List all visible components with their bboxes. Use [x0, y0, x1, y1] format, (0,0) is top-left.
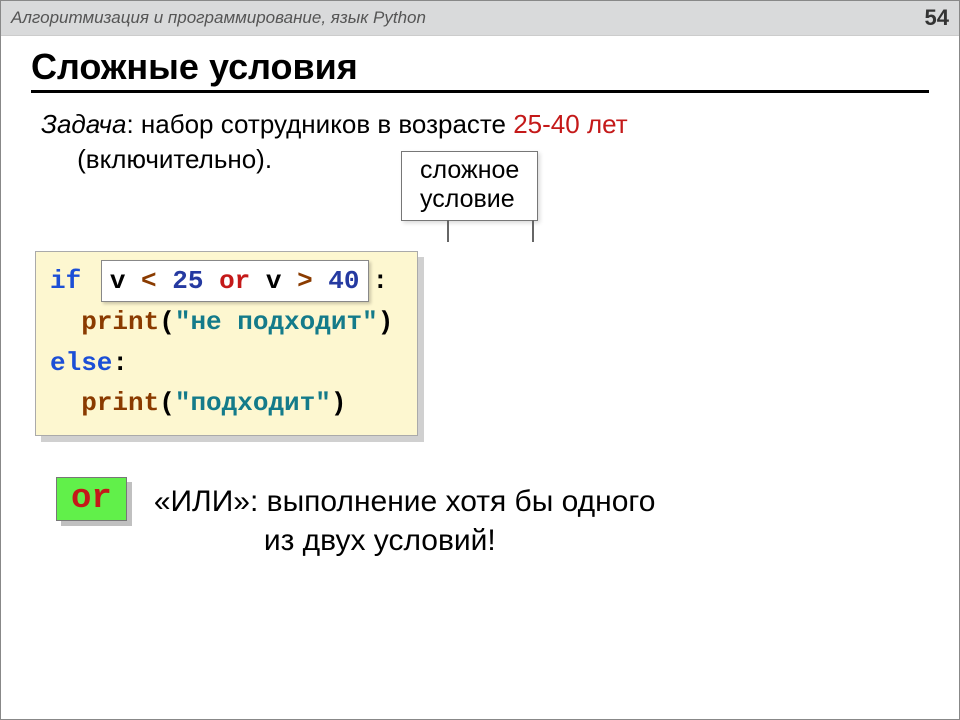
print1-str: "не подходит" — [175, 307, 378, 337]
cond-40: 40 — [313, 266, 360, 296]
or-row: or «ИЛИ»: выполнение хотя бы одного из д… — [41, 482, 919, 560]
print2-close: ) — [331, 388, 347, 418]
task-before: набор сотрудников в возрасте — [141, 109, 513, 139]
kw-if: if — [50, 266, 97, 296]
callout-line1: сложное — [420, 156, 519, 184]
or-chip-shadow: or — [61, 482, 132, 526]
condition-box: v < 25 or v > 40 — [101, 260, 369, 302]
cond-gt: > — [297, 266, 313, 296]
or-line2: из двух условий! — [264, 521, 656, 560]
kw-else: else — [50, 348, 112, 378]
print1-open: ( — [159, 307, 175, 337]
code-area: if v < 25 or v > 40: print("не подходит"… — [41, 257, 919, 442]
or-chip: or — [56, 477, 127, 521]
page-number: 54 — [925, 5, 949, 31]
print2-open: ( — [159, 388, 175, 418]
else-colon: : — [112, 348, 128, 378]
code-shadow: if v < 25 or v > 40: print("не подходит"… — [41, 257, 424, 442]
callout-box: сложное условие — [401, 151, 538, 221]
cond-v1: v — [110, 266, 141, 296]
or-line1: «ИЛИ»: выполнение хотя бы одного — [154, 485, 656, 518]
cond-25: 25 — [157, 266, 219, 296]
slide-heading: Сложные условия — [31, 46, 929, 93]
task-range: 25-40 лет — [513, 109, 627, 139]
task-colon: : — [126, 109, 140, 139]
content: Задача: набор сотрудников в возрасте 25-… — [41, 107, 919, 560]
print1-close: ) — [378, 307, 394, 337]
slide: Алгоритмизация и программирование, язык … — [0, 0, 960, 720]
print2-kw: print — [81, 388, 159, 418]
callout-line2: условие — [420, 185, 515, 213]
or-text: «ИЛИ»: выполнение хотя бы одного из двух… — [154, 482, 656, 560]
print2-str: "подходит" — [175, 388, 331, 418]
code-block: if v < 25 or v > 40: print("не подходит"… — [35, 251, 418, 436]
task-after: (включительно). — [70, 144, 272, 174]
topbar: Алгоритмизация и программирование, язык … — [1, 1, 959, 36]
if-colon: : — [373, 266, 389, 296]
cond-v2: v — [250, 266, 297, 296]
topbar-title: Алгоритмизация и программирование, язык … — [11, 8, 426, 28]
cond-lt: < — [141, 266, 157, 296]
task-label: Задача — [41, 109, 126, 139]
cond-or: or — [219, 266, 250, 296]
print1-kw: print — [81, 307, 159, 337]
